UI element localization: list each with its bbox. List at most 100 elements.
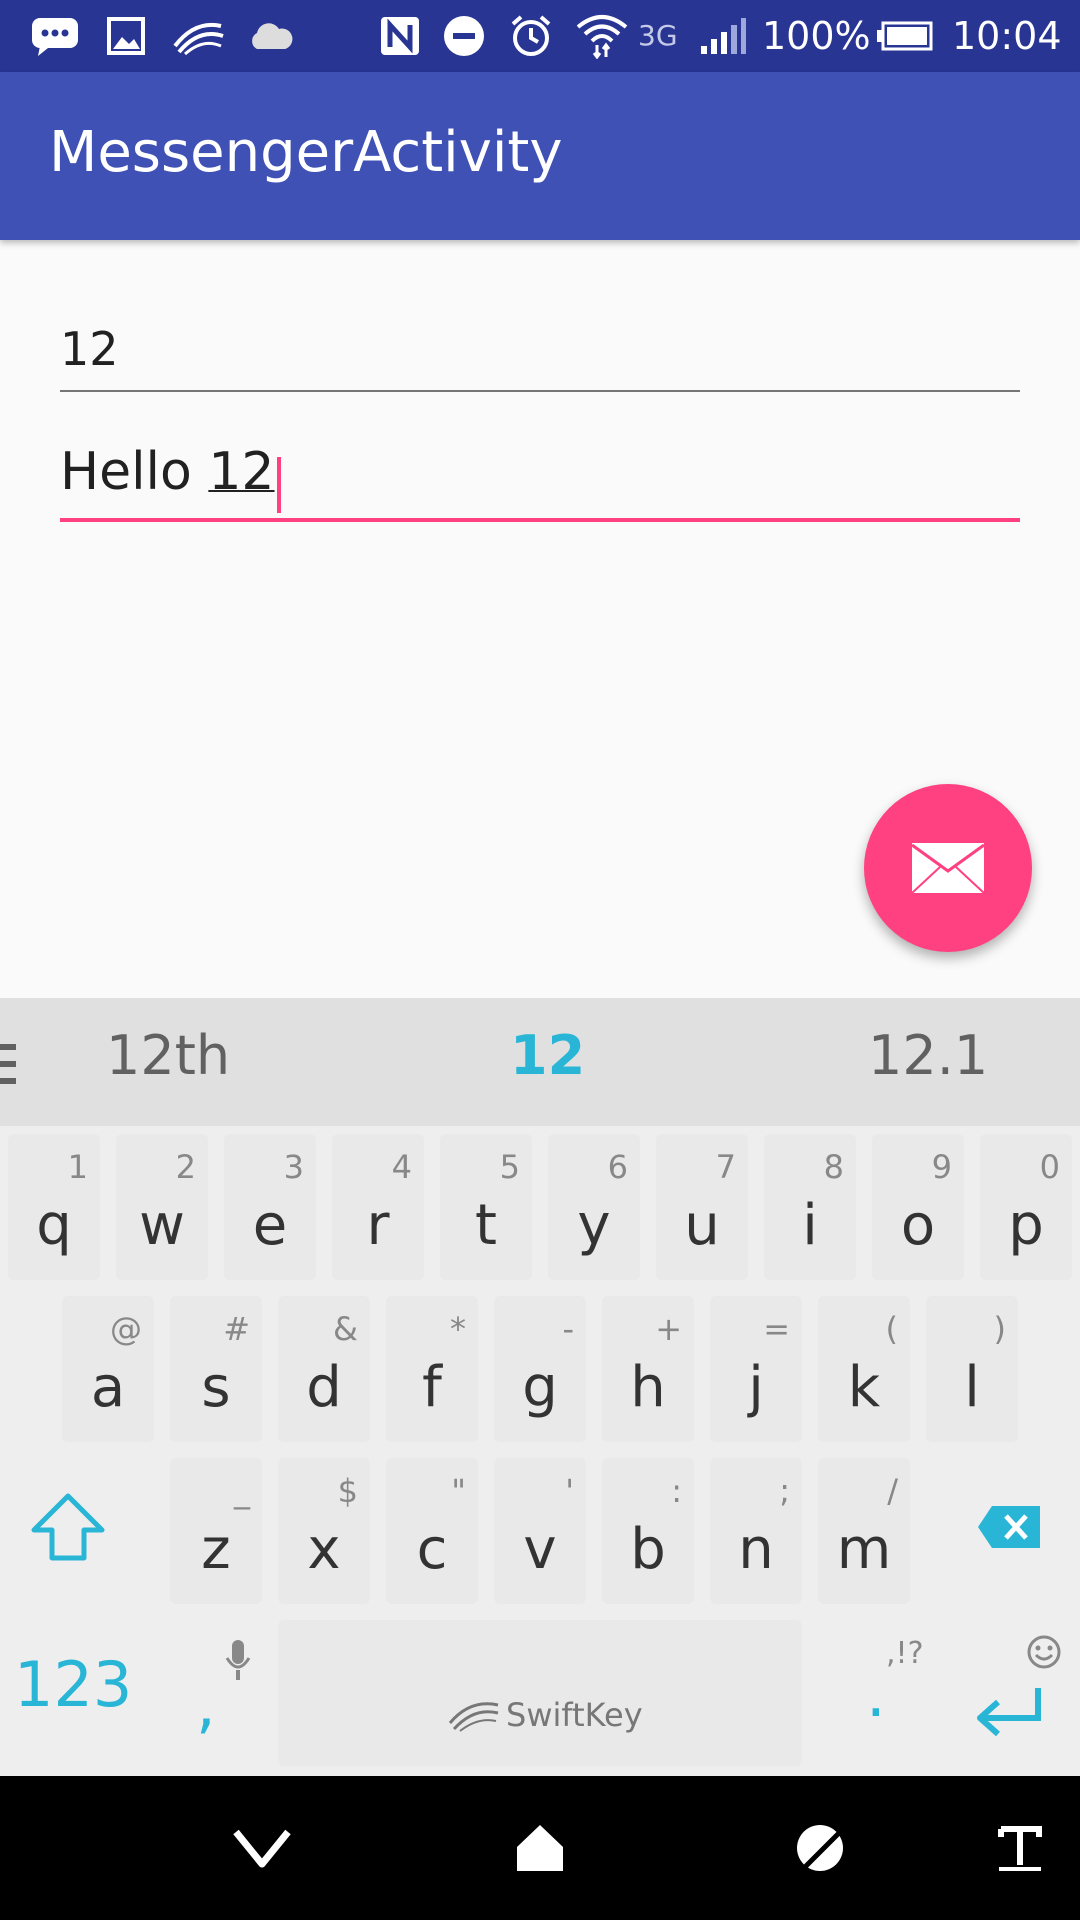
clock: 10:04	[952, 14, 1062, 58]
key-k[interactable]: (k	[818, 1296, 910, 1442]
key-hint: #	[223, 1310, 250, 1348]
key-w[interactable]: 2w	[116, 1134, 208, 1280]
key-g[interactable]: -g	[494, 1296, 586, 1442]
key-v[interactable]: ' v	[494, 1458, 586, 1604]
key-n[interactable]: ; n	[710, 1458, 802, 1604]
key-i[interactable]: 8i	[764, 1134, 856, 1280]
keyboard-menu-icon[interactable]	[0, 1042, 18, 1090]
key-hint: $	[337, 1472, 358, 1510]
key-hint: 9	[931, 1148, 952, 1186]
suggestion-center[interactable]: 12	[510, 1024, 585, 1087]
key-u[interactable]: 7u	[656, 1134, 748, 1280]
alarm-icon	[508, 14, 554, 58]
key-label: i	[802, 1193, 818, 1258]
number-input[interactable]: 12	[60, 322, 1020, 392]
swiftkey-keyboard: 12th 12 12.1 1q2w3e4r5t6y7u8i9o0p @ a # s & d…	[0, 998, 1080, 1776]
key-hint: 2	[175, 1148, 196, 1186]
key-label: f	[422, 1355, 442, 1420]
key-hint: &	[333, 1310, 358, 1348]
key-label: w	[139, 1193, 185, 1258]
key-hint: -	[562, 1310, 574, 1348]
punctuation-hint: ,!?	[886, 1636, 924, 1671]
space-bar[interactable]: SwiftKey	[278, 1620, 802, 1766]
key-hint: 7	[715, 1148, 736, 1186]
do-not-disturb-icon	[442, 14, 486, 58]
key-label: a	[90, 1355, 126, 1420]
enter-key[interactable]	[972, 1684, 1048, 1744]
backspace-icon	[978, 1506, 1040, 1548]
key-label: b	[630, 1517, 666, 1582]
key-hint: 8	[823, 1148, 844, 1186]
key-hint: *	[450, 1310, 466, 1348]
shift-key[interactable]	[30, 1492, 110, 1572]
period-key[interactable]: .	[866, 1658, 886, 1731]
suggestion-left[interactable]: 12th	[106, 1024, 230, 1087]
key-p[interactable]: 0p	[980, 1134, 1072, 1280]
recents-icon[interactable]	[770, 1798, 870, 1898]
key-label: d	[306, 1355, 342, 1420]
numbers-key[interactable]: 123	[14, 1648, 132, 1721]
navigation-bar	[0, 1776, 1080, 1920]
app-title: MessengerActivity	[49, 120, 563, 185]
key-m[interactable]: / m	[818, 1458, 910, 1604]
text-tool-icon[interactable]	[970, 1798, 1070, 1898]
key-c[interactable]: " c	[386, 1458, 478, 1604]
key-a[interactable]: @ a	[62, 1296, 154, 1442]
key-label: s	[201, 1355, 231, 1420]
key-label: m	[836, 1517, 892, 1582]
key-y[interactable]: 6y	[548, 1134, 640, 1280]
backspace-key[interactable]	[976, 1504, 1044, 1554]
signal-icon	[698, 14, 748, 58]
key-label: c	[416, 1517, 448, 1582]
key-o[interactable]: 9o	[872, 1134, 964, 1280]
key-label: p	[1008, 1193, 1044, 1258]
key-r[interactable]: 4r	[332, 1134, 424, 1280]
key-hint: _	[234, 1472, 250, 1510]
number-input-underline	[60, 390, 1020, 392]
enter-icon	[977, 1688, 1041, 1737]
key-f[interactable]: * f	[386, 1296, 478, 1442]
key-label: v	[523, 1517, 557, 1582]
shift-arrow-icon	[31, 1493, 105, 1561]
key-s[interactable]: # s	[170, 1296, 262, 1442]
key-label: h	[630, 1355, 666, 1420]
back-icon[interactable]	[212, 1798, 312, 1898]
swiftkey-brand: SwiftKey	[448, 1696, 643, 1734]
key-hint: @	[110, 1310, 142, 1348]
key-l[interactable]: ) l	[926, 1296, 1018, 1442]
key-t[interactable]: 5t	[440, 1134, 532, 1280]
message-input[interactable]: Hello 12	[60, 442, 1020, 522]
wifi-icon	[574, 14, 630, 59]
home-icon[interactable]	[490, 1798, 590, 1898]
key-label: r	[366, 1193, 390, 1258]
key-hint: )	[993, 1310, 1006, 1348]
swiftkey-logo-icon	[448, 1702, 499, 1732]
emoji-icon[interactable]	[1026, 1634, 1062, 1674]
key-label: t	[475, 1193, 497, 1258]
key-label: e	[252, 1193, 288, 1258]
key-z[interactable]: _ z	[170, 1458, 262, 1604]
image-icon	[106, 14, 146, 58]
key-h[interactable]: + h	[602, 1296, 694, 1442]
suggestion-right[interactable]: 12.1	[868, 1024, 988, 1087]
key-label: j	[748, 1355, 764, 1420]
key-label: o	[900, 1193, 936, 1258]
key-j[interactable]: = j	[710, 1296, 802, 1442]
status-bar: 3G 100% 10:04	[0, 0, 1080, 72]
key-q[interactable]: 1q	[8, 1134, 100, 1280]
key-label: y	[577, 1193, 611, 1258]
comma-key[interactable]: ,	[196, 1668, 216, 1741]
key-label: u	[684, 1193, 720, 1258]
message-input-composing-text: 12	[208, 442, 275, 502]
key-hint: ;	[779, 1472, 790, 1510]
suggestion-bar: 12th 12 12.1	[0, 998, 1080, 1126]
key-hint: 6	[607, 1148, 628, 1186]
key-b[interactable]: :b	[602, 1458, 694, 1604]
key-e[interactable]: 3e	[224, 1134, 316, 1280]
key-d[interactable]: & d	[278, 1296, 370, 1442]
text-cursor	[276, 456, 281, 513]
key-hint: :	[671, 1472, 682, 1510]
send-mail-fab[interactable]	[864, 784, 1032, 952]
key-hint: 0	[1039, 1148, 1060, 1186]
key-x[interactable]: $ x	[278, 1458, 370, 1604]
